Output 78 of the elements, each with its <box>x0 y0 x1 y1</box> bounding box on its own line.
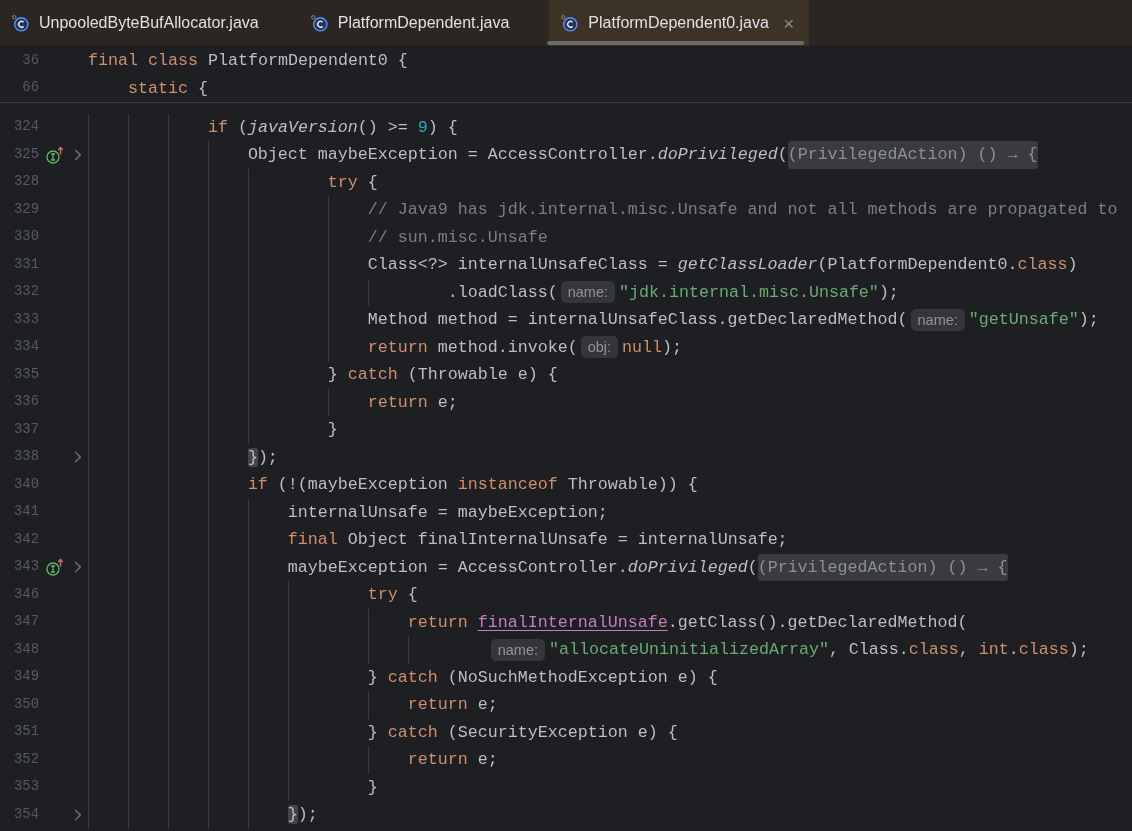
line-number: 36 <box>21 53 39 68</box>
line-number: 343 <box>13 560 39 575</box>
code-text: // Java9 has jdk.internal.misc.Unsafe and not all methods are propagated to <box>367 199 1118 221</box>
line-number: 349 <box>13 670 39 685</box>
code-text: if (javaVersion() >= 9) { <box>207 116 458 139</box>
parameter-hint: name: <box>490 638 545 661</box>
line-number: 324 <box>13 120 39 135</box>
line-number: 335 <box>13 367 39 382</box>
code-text: null); <box>622 336 683 359</box>
code-text: "jdk.internal.misc.Unsafe"); <box>619 281 899 304</box>
circled-i-up-arrow-icon[interactable] <box>46 558 64 577</box>
line-number: 66 <box>21 81 39 96</box>
code-text: return e; <box>367 391 458 414</box>
line-number: 332 <box>13 285 39 300</box>
line-number: 329 <box>13 202 39 217</box>
line-number: 347 <box>13 615 39 630</box>
code-text: internalUnsafe = maybeException; <box>287 501 608 524</box>
line-number: 336 <box>13 395 39 410</box>
code-text: Method method = internalUnsafeClass.getDeclaredMethod( <box>367 309 908 331</box>
code-text: }); <box>247 446 278 469</box>
code-text: Class<?> internalUnsafeClass = getClassLoader(PlatformDependent0.class) <box>367 254 1078 276</box>
code-text: Object maybeException = AccessController.doPrivileged( <box>247 144 788 166</box>
code-text: // sun.misc.Unsafe <box>367 226 548 249</box>
line-number: 342 <box>13 532 39 547</box>
circle-c-icon <box>310 14 328 32</box>
code-text: }); <box>287 804 318 826</box>
code-text: } catch (NoSuchMethodException e) { <box>367 666 718 689</box>
parameter-hint: obj: <box>580 336 619 359</box>
code-text: } catch (Throwable e) { <box>327 364 558 386</box>
file-tab[interactable]: PlatformDependent.java <box>298 0 550 46</box>
circle-c-icon <box>12 14 29 32</box>
code-text: return e; <box>407 749 498 771</box>
line-number: 354 <box>13 807 39 822</box>
line-number: 353 <box>13 780 39 795</box>
line-number: 352 <box>13 752 39 767</box>
code-text: final Object finalInternalUnsafe = internalUnsafe; <box>287 529 788 551</box>
line-number: 346 <box>13 587 39 602</box>
code-text: "getUnsafe"); <box>968 309 1099 331</box>
line-number: 325 <box>13 147 39 162</box>
line-number: 338 <box>13 450 39 465</box>
line-number: 348 <box>13 642 39 657</box>
file-tab[interactable]: PlatformDependent0.java × <box>549 0 809 46</box>
code-text: return e; <box>407 694 498 716</box>
close-button[interactable]: × <box>783 13 795 33</box>
line-number: 341 <box>13 505 39 520</box>
folded-code[interactable]: (PrivilegedAction) () → { <box>787 141 1038 169</box>
line-number: 328 <box>13 175 39 190</box>
line-number: 351 <box>13 725 39 740</box>
line-number: 330 <box>13 230 39 245</box>
folded-code[interactable]: (PrivilegedAction) () → { <box>757 553 1008 581</box>
code-text: if (!(maybeException instanceof Throwable)) { <box>247 474 698 496</box>
code-text: try { <box>327 171 378 194</box>
line-number: 350 <box>13 697 39 712</box>
code-text: } <box>327 419 338 441</box>
line-number: 340 <box>13 477 39 492</box>
code-text: static { <box>127 77 208 100</box>
code-text: .loadClass( <box>447 281 558 304</box>
line-number: 333 <box>13 312 39 327</box>
chevron-right-icon[interactable] <box>74 148 82 161</box>
code-text: } catch (SecurityException e) { <box>367 721 678 744</box>
code-text: try { <box>367 584 418 606</box>
code-text: "allocateUninitializedArray", Class.class, int.class); <box>549 639 1089 661</box>
parameter-hint: name: <box>560 281 615 304</box>
line-number: 331 <box>13 257 39 272</box>
file-tab[interactable]: UnpooledByteBufAllocator.java <box>0 0 299 46</box>
chevron-right-icon[interactable] <box>74 561 82 574</box>
line-number: 334 <box>13 340 39 355</box>
code-text: maybeException = AccessController.doPrivileged( <box>287 556 758 579</box>
code-text: final class PlatformDependent0 { <box>88 50 408 72</box>
circle-c-icon <box>561 14 579 32</box>
chevron-right-icon[interactable] <box>74 808 82 821</box>
line-number: 337 <box>13 422 39 437</box>
code-text: return finalInternalUnsafe.getClass().getDeclaredMethod( <box>407 611 968 634</box>
parameter-hint: name: <box>910 308 965 331</box>
code-text: } <box>367 776 378 799</box>
chevron-right-icon[interactable] <box>74 451 82 464</box>
circled-i-up-arrow-icon[interactable] <box>46 145 64 164</box>
code-text: return method.invoke( <box>367 336 578 359</box>
